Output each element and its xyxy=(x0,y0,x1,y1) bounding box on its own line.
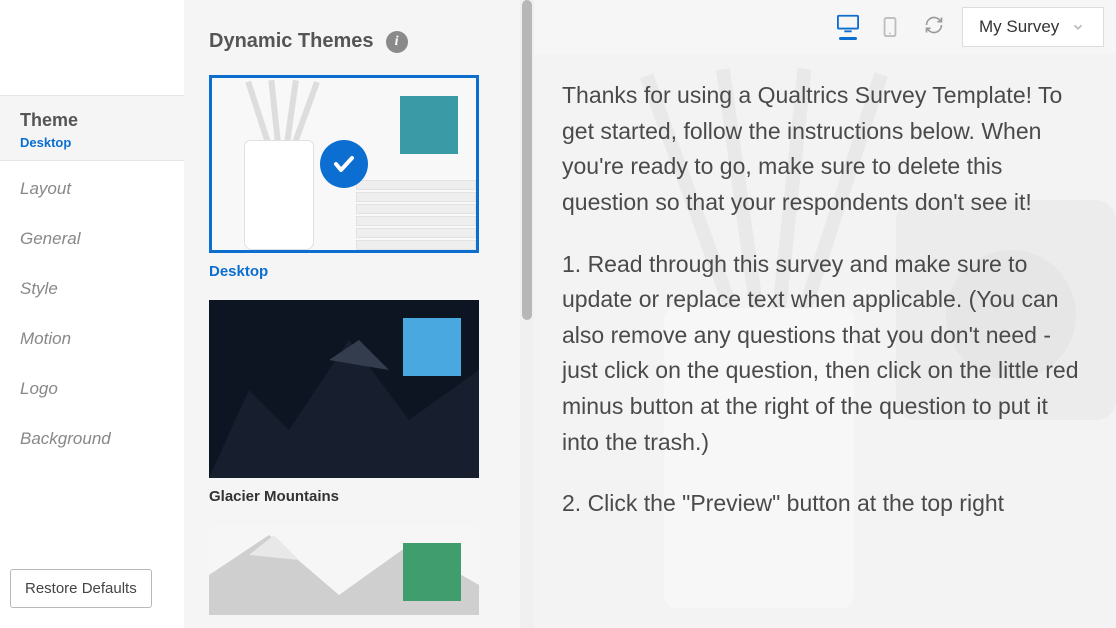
preview-topbar: My Survey xyxy=(534,0,1116,54)
mobile-icon xyxy=(879,17,901,37)
sidebar-item-layout[interactable]: Layout xyxy=(20,179,164,199)
desktop-icon xyxy=(837,14,859,34)
theme-card-desktop[interactable]: Desktop xyxy=(209,75,495,280)
sidebar-item-logo[interactable]: Logo xyxy=(20,379,164,399)
refresh-icon xyxy=(924,15,944,35)
scrollbar-thumb[interactable] xyxy=(522,0,532,320)
theme-thumb-glacier xyxy=(209,300,479,478)
device-mobile-button[interactable] xyxy=(874,10,906,44)
sidebar-logo-area xyxy=(0,0,184,95)
survey-selector-label: My Survey xyxy=(979,17,1059,37)
theme-thumb-third xyxy=(209,525,479,615)
survey-selector[interactable]: My Survey xyxy=(962,7,1104,47)
intro-paragraph: Thanks for using a Qualtrics Survey Temp… xyxy=(562,78,1086,221)
themes-heading: Dynamic Themes xyxy=(209,30,374,53)
theme-thumb-desktop xyxy=(209,75,479,253)
themes-panel: Dynamic Themes i Desktop xyxy=(184,0,520,628)
restore-defaults-button[interactable]: Restore Defaults xyxy=(10,569,152,608)
survey-question-text[interactable]: Thanks for using a Qualtrics Survey Temp… xyxy=(562,78,1086,548)
sidebar-item-style[interactable]: Style xyxy=(20,279,164,299)
step-1-paragraph: 1. Read through this survey and make sur… xyxy=(562,247,1086,461)
theme-label-desktop: Desktop xyxy=(209,263,495,280)
theme-swatch xyxy=(403,543,461,601)
chevron-down-icon xyxy=(1071,20,1085,34)
themes-scrollbar[interactable] xyxy=(520,0,534,628)
theme-card-glacier[interactable]: Glacier Mountains xyxy=(209,300,495,505)
info-icon[interactable]: i xyxy=(386,31,408,53)
device-desktop-button[interactable] xyxy=(832,10,864,44)
theme-card-third[interactable] xyxy=(209,525,495,615)
theme-label-glacier: Glacier Mountains xyxy=(209,488,495,505)
sidebar-list: Layout General Style Motion Logo Backgro… xyxy=(0,161,184,569)
theme-swatch xyxy=(400,96,458,154)
themes-header: Dynamic Themes i xyxy=(209,30,495,53)
checkmark-icon xyxy=(320,140,368,188)
sidebar-item-background[interactable]: Background xyxy=(20,429,164,449)
sidebar-item-motion[interactable]: Motion xyxy=(20,329,164,349)
sidebar-item-theme[interactable]: Theme Desktop xyxy=(0,95,184,161)
app-root: Theme Desktop Layout General Style Motio… xyxy=(0,0,1116,628)
sidebar-item-general[interactable]: General xyxy=(20,229,164,249)
theme-swatch xyxy=(403,318,461,376)
settings-sidebar: Theme Desktop Layout General Style Motio… xyxy=(0,0,184,628)
step-2-paragraph: 2. Click the "Preview" button at the top… xyxy=(562,486,1086,522)
sidebar-theme-title: Theme xyxy=(20,110,164,131)
refresh-button[interactable] xyxy=(924,15,944,40)
device-toggle xyxy=(832,10,906,44)
sidebar-theme-sub: Desktop xyxy=(20,135,164,150)
survey-preview: My Survey Thanks for using a Qualtrics S… xyxy=(534,0,1116,628)
